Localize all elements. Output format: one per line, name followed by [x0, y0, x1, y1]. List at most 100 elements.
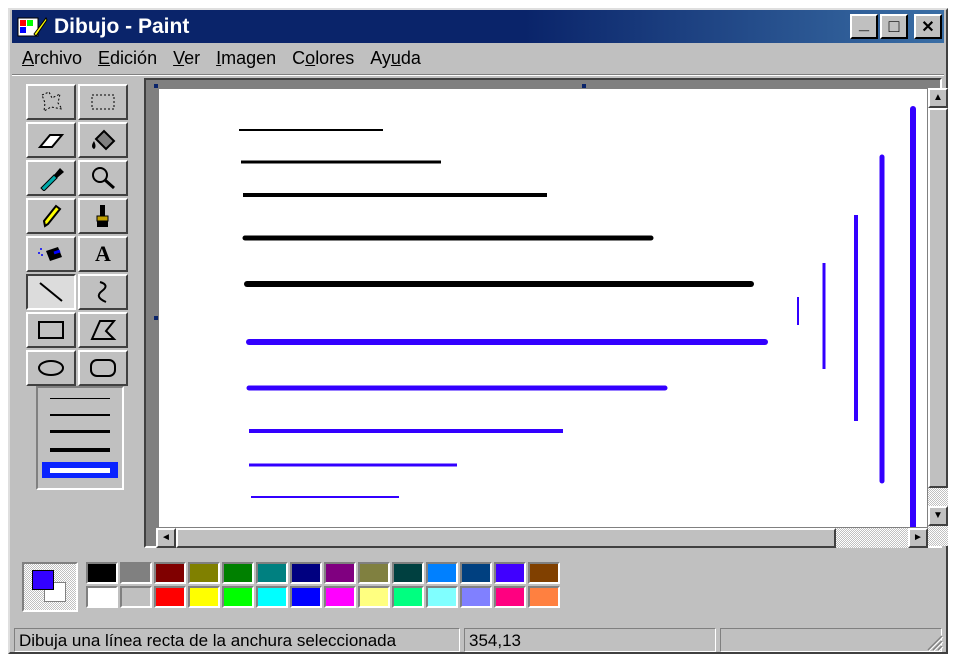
- palette-swatch[interactable]: [188, 586, 220, 608]
- horizontal-scrollbar[interactable]: ◄ ►: [156, 528, 928, 548]
- horizontal-scroll-thumb[interactable]: [176, 528, 836, 548]
- polygon-icon: [90, 320, 117, 340]
- menu-colores-label: lores: [315, 48, 355, 68]
- scroll-left-button[interactable]: ◄: [156, 528, 176, 548]
- menu-separator: [12, 74, 944, 76]
- scroll-right-button[interactable]: ►: [908, 528, 928, 548]
- menu-imagen-label: magen: [221, 48, 277, 68]
- menu-ayuda[interactable]: Ayuda: [362, 46, 429, 72]
- minimize-button[interactable]: _: [850, 13, 878, 39]
- tool-eraser[interactable]: [26, 122, 76, 158]
- menu-imagen[interactable]: Imagen: [208, 46, 284, 72]
- menu-bar: Archivo Edición Ver Imagen Colores Ayuda: [14, 46, 429, 72]
- title-bar[interactable]: Dibujo - Paint _ □ ✕: [12, 10, 944, 43]
- palette-swatch[interactable]: [188, 562, 220, 584]
- menu-ver-key: V: [173, 48, 185, 68]
- tool-rect-select[interactable]: [78, 84, 128, 120]
- palette-swatch[interactable]: [392, 586, 424, 608]
- paint-app-icon: [16, 14, 48, 40]
- menu-ayuda-label: da: [400, 48, 421, 68]
- tool-line[interactable]: [26, 274, 76, 310]
- tool-free-select[interactable]: [26, 84, 76, 120]
- status-bar: Dibuja una línea recta de la anchura sel…: [14, 626, 944, 652]
- minimize-icon: _: [858, 13, 869, 33]
- palette-swatch[interactable]: [222, 586, 254, 608]
- drawing-canvas[interactable]: [159, 89, 927, 530]
- menu-edicion[interactable]: Edición: [90, 46, 165, 72]
- palette-swatch[interactable]: [290, 586, 322, 608]
- line-width-5-highlight[interactable]: [42, 462, 118, 478]
- menu-colores-key: o: [305, 48, 316, 68]
- vertical-scroll-thumb[interactable]: [928, 108, 948, 488]
- rounded-rect-icon: [90, 359, 116, 377]
- palette-swatch[interactable]: [528, 586, 560, 608]
- resize-handle[interactable]: [154, 316, 158, 320]
- tool-curve[interactable]: [78, 274, 128, 310]
- menu-archivo-key: A: [22, 48, 35, 68]
- palette-swatch[interactable]: [324, 586, 356, 608]
- palette-swatch[interactable]: [494, 586, 526, 608]
- palette-swatch[interactable]: [358, 562, 390, 584]
- tool-rectangle[interactable]: [26, 312, 76, 348]
- tool-polygon[interactable]: [78, 312, 128, 348]
- line-width-2[interactable]: [50, 414, 110, 416]
- menu-ver[interactable]: Ver: [165, 46, 208, 72]
- resize-handle[interactable]: [154, 84, 158, 88]
- palette-swatch[interactable]: [154, 586, 186, 608]
- palette-swatch[interactable]: [256, 562, 288, 584]
- airbrush-icon: [38, 247, 62, 261]
- eraser-icon: [37, 134, 65, 148]
- menu-colores[interactable]: Colores: [284, 46, 362, 72]
- palette-swatch[interactable]: [222, 562, 254, 584]
- scroll-down-button[interactable]: ▼: [928, 506, 948, 526]
- window-title: Dibujo - Paint: [54, 14, 190, 38]
- tool-text[interactable]: A: [78, 236, 128, 272]
- status-size: [720, 628, 942, 652]
- palette-swatch[interactable]: [494, 562, 526, 584]
- palette-swatch[interactable]: [120, 562, 152, 584]
- resize-handle[interactable]: [582, 84, 586, 88]
- menu-edicion-label: dición: [110, 48, 158, 68]
- menu-ayuda-key: u: [390, 48, 401, 68]
- fill-bucket-icon: [92, 129, 116, 151]
- palette-swatch[interactable]: [460, 586, 492, 608]
- tool-ellipse[interactable]: [26, 350, 76, 386]
- close-button[interactable]: ✕: [914, 14, 942, 39]
- line-width-4[interactable]: [50, 448, 110, 452]
- palette-swatch[interactable]: [392, 562, 424, 584]
- palette-swatch[interactable]: [358, 586, 390, 608]
- tool-magnifier[interactable]: [78, 160, 128, 196]
- palette-swatch[interactable]: [256, 586, 288, 608]
- scroll-up-button[interactable]: ▲: [928, 88, 948, 108]
- resize-grip-icon[interactable]: [924, 632, 944, 652]
- pencil-icon: [42, 204, 62, 228]
- status-help-text: Dibuja una línea recta de la anchura sel…: [14, 628, 460, 652]
- palette-swatch[interactable]: [86, 562, 118, 584]
- palette-swatch[interactable]: [426, 562, 458, 584]
- tool-rounded-rect[interactable]: [78, 350, 128, 386]
- rectangle-icon: [38, 321, 64, 339]
- palette-swatch[interactable]: [324, 562, 356, 584]
- menu-colores-pre: C: [292, 48, 306, 68]
- line-width-3[interactable]: [50, 430, 110, 433]
- palette-swatch[interactable]: [290, 562, 322, 584]
- status-coordinates: 354,13: [464, 628, 716, 652]
- tool-airbrush[interactable]: [26, 236, 76, 272]
- palette-swatch[interactable]: [426, 586, 458, 608]
- palette-swatch[interactable]: [120, 586, 152, 608]
- palette-swatch[interactable]: [154, 562, 186, 584]
- palette-swatch[interactable]: [460, 562, 492, 584]
- palette-swatch[interactable]: [528, 562, 560, 584]
- menu-archivo[interactable]: Archivo: [14, 46, 90, 72]
- maximize-button[interactable]: □: [880, 14, 908, 39]
- arrow-left-icon: ◄: [161, 532, 171, 543]
- line-width-1[interactable]: [50, 398, 110, 399]
- vertical-scrollbar[interactable]: ▲ ▼: [928, 88, 948, 546]
- palette-swatch[interactable]: [86, 586, 118, 608]
- tool-brush[interactable]: [78, 198, 128, 234]
- foreground-color-swatch[interactable]: [32, 570, 54, 590]
- tool-pencil[interactable]: [26, 198, 76, 234]
- tool-fill[interactable]: [78, 122, 128, 158]
- tool-picker[interactable]: [26, 160, 76, 196]
- drawing-svg: [239, 106, 916, 530]
